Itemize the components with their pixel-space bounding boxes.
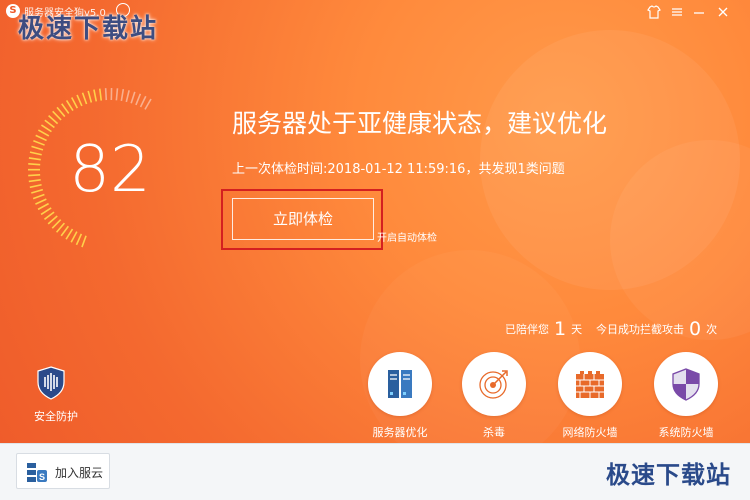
auto-check-link[interactable]: 开启自动体检 — [377, 229, 437, 244]
gauge-tick — [81, 92, 88, 105]
check-now-button[interactable]: 立即体检 — [232, 198, 374, 240]
gauge-tick — [76, 94, 83, 107]
gauge-tick — [55, 222, 66, 233]
gauge-tick — [135, 93, 142, 106]
antivirus-target-icon — [479, 370, 508, 399]
gauge-tick — [28, 157, 41, 161]
tool-circle — [654, 352, 718, 416]
gauge-tick — [125, 90, 130, 103]
blocked-attacks: 今日成功拦截攻击 0 次 — [596, 318, 717, 340]
minimize-button[interactable] — [690, 3, 708, 21]
gauge-tick — [51, 219, 62, 229]
watermark-bottom: 极速下载站 — [606, 461, 731, 489]
tool-circle — [368, 352, 432, 416]
blocked-attacks-value: 0 — [689, 318, 702, 340]
companion-days-unit: 天 — [571, 323, 583, 336]
gauge-tick — [120, 88, 125, 102]
menu-button[interactable] — [668, 3, 686, 21]
server-icon — [388, 370, 412, 398]
watermark-top: 极速下载站 — [18, 14, 159, 44]
security-protection-label: 安全防护 — [34, 410, 78, 423]
gauge-tick — [48, 115, 59, 125]
gauge-tick — [65, 100, 74, 112]
companion-days: 已陪伴您 1 天 — [505, 318, 582, 340]
tool-circle — [558, 352, 622, 416]
gauge-tick — [87, 90, 93, 103]
gauge-tick — [28, 162, 41, 166]
gauge-tick — [115, 88, 119, 101]
tool-antivirus[interactable]: 杀毒 — [452, 352, 536, 439]
svg-text:S: S — [39, 472, 45, 482]
gauge-tick — [71, 97, 79, 109]
gauge-tick — [130, 91, 136, 104]
brick-wall-icon — [576, 371, 604, 398]
health-score: 82 — [69, 133, 151, 207]
gauge-tick — [28, 173, 41, 177]
skin-button[interactable] — [645, 3, 663, 21]
bottom-bar: S 加入服云 极速下载站 — [0, 443, 750, 500]
gauge-tick — [75, 233, 83, 246]
menu-icon — [672, 8, 682, 16]
tool-label: 网络防火墙 — [562, 426, 618, 439]
join-cloud-button[interactable]: S 加入服云 — [16, 453, 110, 489]
tool-server-optimize[interactable]: 服务器优化 — [358, 352, 442, 439]
tool-network-firewall[interactable]: 网络防火墙 — [548, 352, 632, 439]
cloud-server-icon: S — [27, 463, 47, 482]
gauge-tick — [56, 106, 66, 118]
gauge-tick — [60, 225, 69, 237]
tool-circle — [462, 352, 526, 416]
gauge-tick — [81, 235, 87, 248]
gauge-tick — [47, 215, 58, 225]
blocked-attacks-unit: 次 — [706, 323, 718, 336]
gauge-tick — [52, 110, 62, 121]
main-window: S 服务器安全狗v5.0 极速下载站 82 服务器处于亚健康状态，建议优化 上一… — [0, 0, 750, 500]
shirt-icon — [647, 5, 661, 19]
close-icon — [718, 7, 728, 17]
last-check-info: 上一次体检时间:2018-01-12 11:59:16，共发现1类问题 — [232, 162, 565, 177]
gauge-tick — [44, 119, 55, 129]
security-protection-icon[interactable] — [36, 366, 66, 400]
tool-system-firewall[interactable]: 系统防火墙 — [644, 352, 728, 439]
tool-label: 杀毒 — [483, 426, 505, 439]
gauge-tick — [61, 103, 70, 114]
gauge-tick — [104, 88, 108, 101]
title-bar: S 服务器安全狗v5.0 极速下载站 — [0, 0, 750, 44]
shield-icon — [672, 368, 700, 401]
minimize-icon — [694, 12, 704, 14]
status-headline: 服务器处于亚健康状态，建议优化 — [232, 109, 608, 138]
gauge-tick — [93, 89, 98, 102]
close-button[interactable] — [714, 3, 732, 21]
tool-label: 系统防火墙 — [658, 426, 714, 439]
join-cloud-label: 加入服云 — [55, 466, 104, 480]
gauge-tick — [28, 179, 41, 183]
companion-days-value: 1 — [554, 318, 567, 340]
gauge-tick — [43, 211, 55, 220]
gauge-tick — [144, 98, 152, 110]
companion-days-label: 已陪伴您 — [505, 323, 549, 336]
gauge-tick — [139, 95, 147, 108]
gauge-tick — [65, 228, 74, 240]
gauge-tick — [70, 231, 78, 243]
blocked-attacks-label: 今日成功拦截攻击 — [596, 323, 684, 336]
tool-label: 服务器优化 — [372, 426, 428, 439]
gauge-tick — [98, 88, 103, 101]
